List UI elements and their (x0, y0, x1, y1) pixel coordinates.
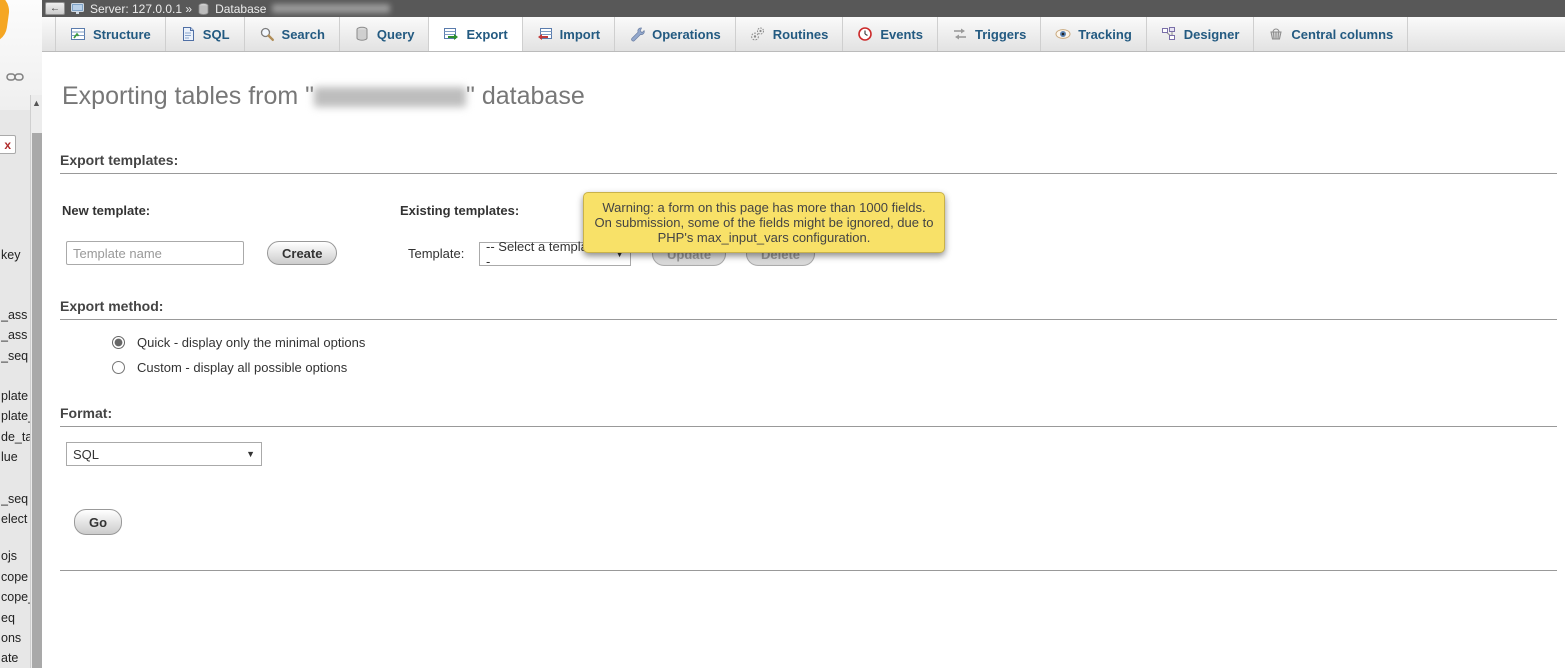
tab-label: Tracking (1078, 27, 1131, 42)
sidebar-table-fragment[interactable]: ate (1, 651, 31, 665)
sidebar-table-fragment[interactable]: plate_ (1, 409, 31, 423)
sidebar-table-fragment[interactable]: _ass (1, 328, 31, 342)
tab-export[interactable]: Export (429, 17, 522, 51)
page-title: Exporting tables from " " database (62, 82, 585, 111)
sidebar-table-fragment[interactable]: ojs (1, 549, 31, 563)
tab-import[interactable]: Import (523, 17, 615, 51)
tab-label: SQL (203, 27, 230, 42)
import-icon (537, 26, 553, 42)
tab-query[interactable]: Query (340, 17, 430, 51)
sidebar-header (0, 0, 42, 110)
existing-templates-label: Existing templates: (400, 203, 519, 218)
sidebar-table-fragment[interactable]: _seq (1, 492, 31, 506)
search-icon (259, 26, 275, 42)
tab-label: Events (880, 27, 923, 42)
quick-radio[interactable] (112, 336, 125, 349)
back-button[interactable]: ← (45, 2, 65, 15)
new-template-label: New template: (62, 203, 150, 218)
sidebar-table-fragment[interactable]: elect (1, 512, 31, 526)
scrollbar-thumb[interactable] (32, 133, 42, 668)
format-select-value: SQL (73, 447, 99, 462)
tab-central-columns[interactable]: Central columns (1254, 17, 1408, 51)
quick-radio-label[interactable]: Quick - display only the minimal options (137, 335, 365, 350)
blurred-database-name (272, 4, 390, 13)
export-method-option-quick: Quick - display only the minimal options (112, 335, 365, 350)
custom-radio[interactable] (112, 361, 125, 374)
breadcrumb-database[interactable]: Database (215, 2, 266, 16)
tab-sql[interactable]: SQL (166, 17, 245, 51)
export-icon (443, 26, 459, 42)
chevron-down-icon: ▼ (246, 449, 255, 459)
blurred-database-name (314, 87, 466, 107)
tab-label: Export (466, 27, 507, 42)
format-select[interactable]: SQL ▼ (66, 442, 262, 466)
tab-label: Query (377, 27, 415, 42)
scroll-up-arrow-icon[interactable]: ▲ (31, 96, 42, 110)
export-method-option-custom: Custom - display all possible options (112, 360, 347, 375)
tab-label: Designer (1184, 27, 1240, 42)
format-heading: Format: (60, 405, 1557, 427)
tracking-icon (1055, 26, 1071, 42)
triggers-icon (952, 26, 968, 42)
sidebar-table-fragment[interactable]: eq (1, 611, 31, 625)
tab-label: Import (560, 27, 600, 42)
sidebar-table-fragment[interactable]: cope (1, 570, 31, 584)
sidebar-table-fragment[interactable]: key (1, 248, 31, 262)
tab-label: Triggers (975, 27, 1026, 42)
phpmyadmin-logo (0, 0, 11, 45)
tab-label: Search (282, 27, 325, 42)
go-button[interactable]: Go (74, 509, 122, 535)
tab-label: Structure (93, 27, 151, 42)
events-icon (857, 26, 873, 42)
template-name-input[interactable] (66, 241, 244, 265)
sidebar-close-button[interactable]: x (0, 135, 16, 154)
designer-icon (1161, 26, 1177, 42)
sidebar-table-fragment[interactable]: _seq (1, 349, 31, 363)
operations-icon (629, 26, 645, 42)
database-icon (198, 3, 209, 15)
title-suffix: " database (466, 82, 585, 110)
tab-designer[interactable]: Designer (1147, 17, 1255, 51)
server-breadcrumb-bar: ← Server: 127.0.0.1 » Database (42, 0, 1565, 17)
custom-radio-label[interactable]: Custom - display all possible options (137, 360, 347, 375)
section-divider (60, 570, 1557, 571)
tab-triggers[interactable]: Triggers (938, 17, 1041, 51)
navigation-sidebar: x key _ass _ass _seq plate plate_ de_ta … (0, 0, 42, 668)
create-template-button[interactable]: Create (267, 241, 337, 265)
sql-icon (180, 26, 196, 42)
sidebar-table-fragment[interactable]: ons (1, 631, 31, 645)
max-input-vars-warning-tooltip: Warning: a form on this page has more th… (583, 192, 945, 253)
sidebar-table-fragment[interactable]: de_ta (1, 430, 31, 444)
sidebar-table-fragment[interactable]: _ass (1, 308, 31, 322)
sidebar-table-fragment[interactable]: lue (1, 450, 31, 464)
template-label: Template: (408, 246, 464, 261)
tab-label: Operations (652, 27, 721, 42)
tab-routines[interactable]: Routines (736, 17, 844, 51)
database-tab-bar: Structure SQL Search Query (42, 17, 1565, 52)
query-icon (354, 26, 370, 42)
sidebar-table-fragment[interactable]: cope_ (1, 590, 31, 604)
structure-icon (70, 26, 86, 42)
tab-operations[interactable]: Operations (615, 17, 736, 51)
tab-search[interactable]: Search (245, 17, 340, 51)
title-prefix: Exporting tables from " (62, 82, 314, 110)
tab-label: Routines (773, 27, 829, 42)
tab-tracking[interactable]: Tracking (1041, 17, 1146, 51)
breadcrumb-server[interactable]: Server: 127.0.0.1 » (90, 2, 192, 16)
sidebar-scrollbar[interactable]: ▲ (30, 95, 42, 668)
routines-icon (750, 26, 766, 42)
tab-structure[interactable]: Structure (55, 17, 166, 51)
export-method-heading: Export method: (60, 298, 1557, 320)
monitor-icon (71, 3, 84, 15)
export-templates-heading: Export templates: (60, 152, 1557, 174)
tab-label: Central columns (1291, 27, 1393, 42)
tab-events[interactable]: Events (843, 17, 938, 51)
central-columns-icon (1268, 26, 1284, 42)
link-icon (6, 70, 24, 88)
sidebar-table-fragment[interactable]: plate (1, 389, 31, 403)
export-page-content: Exporting tables from " " database Export… (42, 52, 1565, 668)
